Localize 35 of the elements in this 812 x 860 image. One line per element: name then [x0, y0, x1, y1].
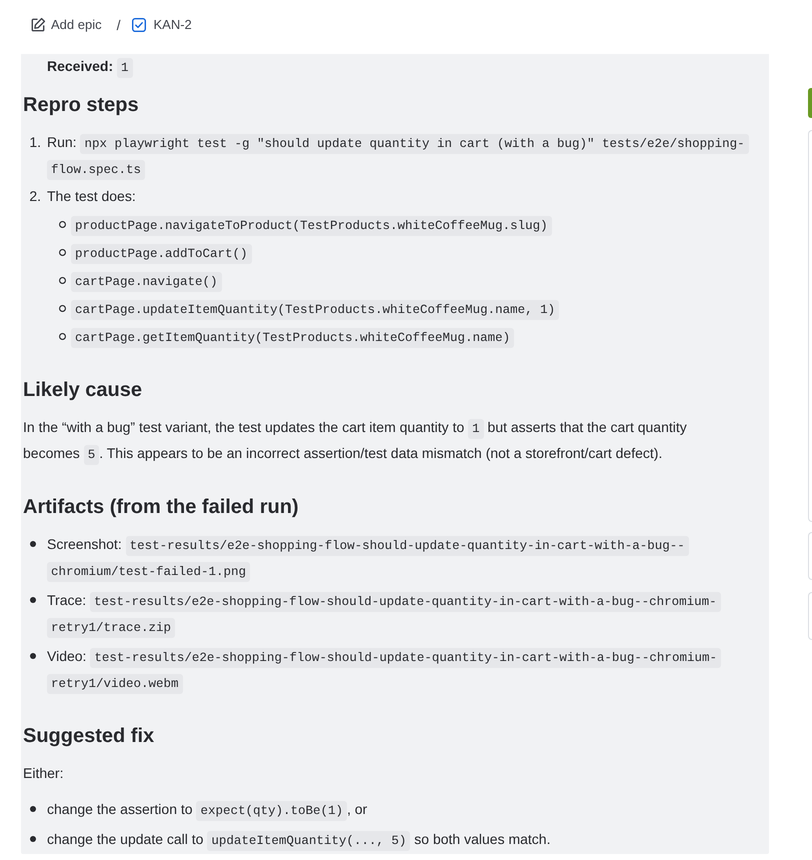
bullet-icon [30, 836, 36, 842]
code-snippet: cartPage.getItemQuantity(TestProducts.whiteCoffeeMug.name) [71, 328, 514, 348]
list-number: 1. [28, 133, 41, 152]
section-heading: Suggested fix [23, 724, 154, 749]
bullet-icon [30, 541, 36, 547]
code-snippet: cartPage.updateItemQuantity(TestProducts.whiteCoffeeMug.name, 1) [71, 300, 560, 320]
side-button[interactable] [808, 88, 812, 118]
list-item-text: The test does: [47, 187, 136, 206]
bullet-icon [30, 597, 36, 603]
paragraph: Either: [23, 764, 64, 783]
list-item-text: change the update call to updateItemQuantity(..., 5) so both values match. [47, 827, 550, 853]
checkbox-icon [132, 18, 146, 32]
code-snippet: cartPage.navigate() [71, 272, 222, 292]
breadcrumb-link[interactable]: KAN-2 [132, 15, 192, 35]
breadcrumb-separator: / [116, 17, 120, 33]
hollow-bullet-icon [59, 304, 66, 312]
bullet-icon [30, 653, 36, 659]
code-snippet: productPage.addToCart() [71, 244, 252, 264]
hollow-bullet-icon [59, 276, 66, 284]
list-number: 2. [28, 187, 41, 206]
bullet-icon [30, 806, 36, 812]
side-card [808, 532, 812, 580]
hollow-bullet-icon [59, 332, 66, 340]
pencil-square-icon [30, 17, 46, 33]
breadcrumb-link[interactable]: Add epic [30, 15, 102, 35]
list-item-text: change the assertion to expect(qty).toBe(1) , or [47, 797, 368, 823]
section-heading: Repro steps [23, 93, 139, 118]
hollow-bullet-icon [59, 248, 66, 256]
paragraph: In the “with a bug” test variant, the test updates the cart item quantity to 1 but asserts that the cart quantity becomes 5 . This appears to be an incorrect assertion/test data mismatch (not a storefront/cart defect). [23, 415, 745, 467]
section-heading: Artifacts (from the failed run) [23, 495, 299, 520]
text-line: Received: 1 [47, 54, 133, 80]
code-snippet: productPage.navigateToProduct(TestProducts.whiteCoffeeMug.slug) [71, 216, 552, 236]
section-heading: Likely cause [23, 378, 142, 403]
hollow-bullet-icon [59, 220, 66, 228]
side-card [808, 592, 812, 640]
